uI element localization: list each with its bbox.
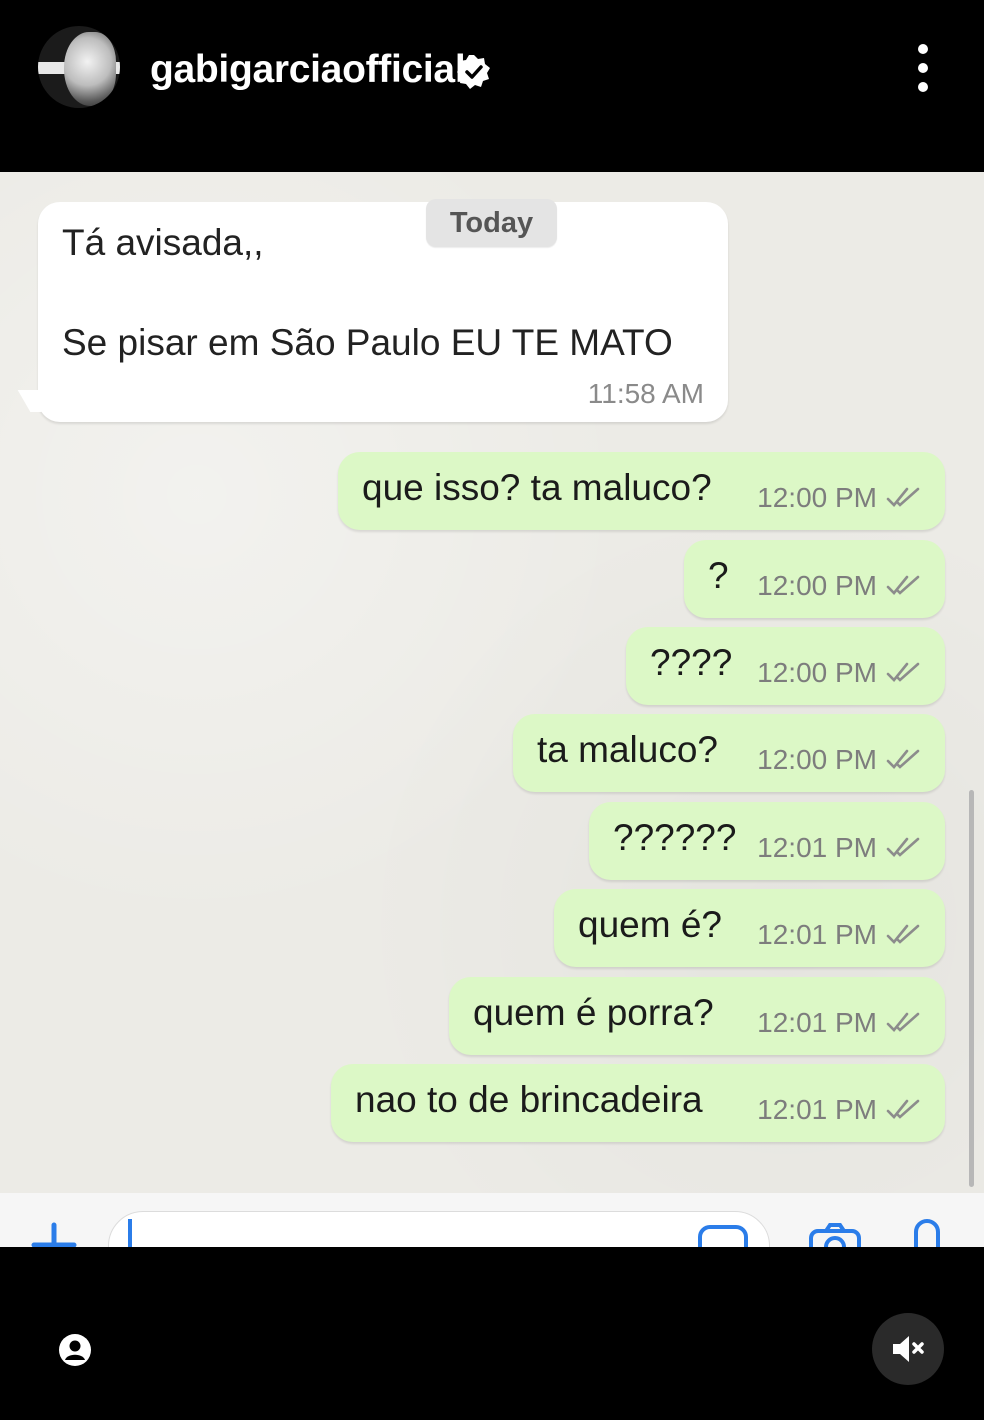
username[interactable]: gabigarciaofficial [150,48,466,92]
read-receipt-icon [886,924,920,944]
message-text: ta maluco? [537,729,718,770]
outgoing-message-bubble: nao to de brincadeira 12:01 PM [331,1064,945,1142]
story-header: gabigarciaofficial [0,0,984,172]
outgoing-message-bubble: ta maluco? 12:00 PM [513,714,945,792]
read-receipt-icon [886,575,920,595]
chat-screenshot: Tá avisada,, Se pisar em São Paulo EU TE… [0,172,984,1247]
message-time: 12:00 PM [757,482,877,513]
message-time: 12:01 PM [757,1007,877,1038]
message-text: nao to de brincadeira [355,1079,703,1120]
message-text: ? [708,555,729,596]
outgoing-message-bubble: ?????? 12:01 PM [589,802,945,880]
user-profile-icon[interactable] [58,1333,92,1367]
text-cursor [128,1219,132,1247]
message-time: 12:00 PM [757,744,877,775]
story-footer [0,1247,984,1420]
more-vertical-icon[interactable] [908,42,938,94]
read-receipt-icon [886,487,920,507]
outgoing-message-bubble: ???? 12:00 PM [626,627,945,705]
message-input[interactable] [108,1211,770,1247]
message-time: 12:01 PM [757,919,877,950]
incoming-message-line2: Se pisar em São Paulo EU TE MATO [62,322,673,363]
avatar-photo [64,32,116,106]
message-text: ?????? [613,817,737,858]
message-text: quem é porra? [473,992,714,1033]
date-separator: Today [426,199,557,247]
read-receipt-icon [886,837,920,857]
camera-icon[interactable] [808,1223,862,1247]
outgoing-message-bubble: quem é porra? 12:01 PM [449,977,945,1055]
message-composer [0,1193,984,1247]
chat-scrollbar[interactable] [969,790,974,1187]
profile-avatar[interactable] [38,26,120,108]
message-time: 12:01 PM [757,832,877,863]
message-text: quem é? [578,904,722,945]
incoming-message-bubble: Tá avisada,, Se pisar em São Paulo EU TE… [38,202,728,422]
incoming-message-time: 11:58 AM [587,378,704,409]
message-time: 12:01 PM [757,1094,877,1125]
microphone-icon[interactable] [914,1219,940,1247]
message-time: 12:00 PM [757,657,877,688]
speaker-muted-icon [893,1336,924,1362]
plus-icon[interactable] [30,1221,78,1247]
read-receipt-icon [886,1012,920,1032]
outgoing-message-bubble: que isso? ta maluco? 12:00 PM [338,452,945,530]
message-text: que isso? ta maluco? [362,467,712,508]
incoming-message-line1: Tá avisada,, [62,222,264,263]
read-receipt-icon [886,749,920,769]
mute-button[interactable] [872,1313,944,1385]
read-receipt-icon [886,1099,920,1119]
message-text: ???? [650,642,733,683]
outgoing-message-bubble: ? 12:00 PM [684,540,945,618]
read-receipt-icon [886,662,920,682]
sticker-icon[interactable] [698,1225,748,1247]
outgoing-message-bubble: quem é? 12:01 PM [554,889,945,967]
verified-badge-icon [457,55,490,89]
message-time: 12:00 PM [757,570,877,601]
